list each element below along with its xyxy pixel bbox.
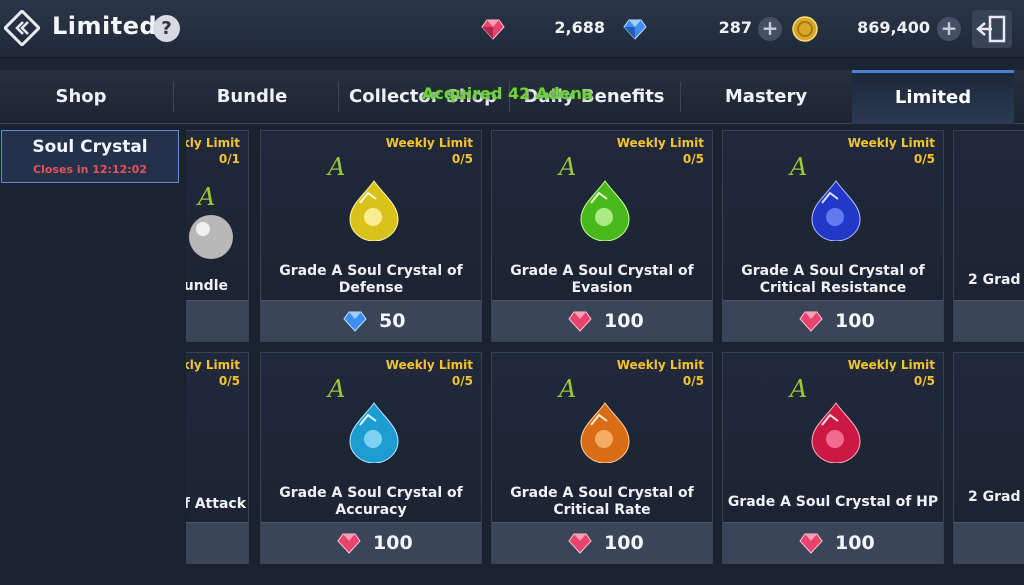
gold-coin-count: 869,400 (857, 18, 930, 37)
weekly-limit: Weekly Limit0/5 (616, 358, 704, 388)
price-value: 100 (604, 532, 644, 554)
blue-soul-crystal-icon (811, 180, 861, 241)
exit-button[interactable] (972, 10, 1012, 48)
price-value: 100 (604, 310, 644, 332)
weekly-limit: Weekly Limit0/5 (847, 136, 935, 166)
product-card-partial[interactable]: 2 Grad (953, 352, 1024, 564)
red-gem-icon (481, 19, 505, 40)
product-name: 2 Grad (968, 272, 1021, 288)
price-button[interactable]: 100 (723, 300, 943, 341)
product-name: 2 Grad (968, 489, 1021, 505)
blue-diamond-count: 287 (718, 18, 752, 37)
product-card-evasion[interactable]: Weekly Limit 0/5 A Grade A Soul Crystal o… (491, 130, 713, 342)
cyan-soul-crystal-icon (349, 402, 399, 463)
price-button[interactable]: 100 (492, 522, 712, 563)
product-card-defense[interactable]: Weekly Limit 0/5 A Grade A Soul Crystal o… (260, 130, 482, 342)
product-card-bundle[interactable]: Weekly Limit0/1 A Bundle (186, 130, 249, 342)
help-icon[interactable]: ? (153, 15, 180, 42)
grade-a-icon: A (790, 153, 808, 181)
product-name: Grade A Soul Crystal of Critical Resista… (741, 263, 925, 296)
weekly-limit: Weekly Limit0/5 (616, 136, 704, 166)
weekly-limit: Weekly Limit0/1 (186, 136, 240, 166)
blue-diamond-icon (623, 19, 647, 40)
category-sidebar: Soul Crystal Closes in 12:12:02 (0, 125, 186, 585)
add-diamond-button[interactable]: + (758, 17, 782, 41)
product-name: Grade A Soul Crystal of Evasion (510, 263, 694, 296)
sidebar-item-label: Soul Crystal (32, 137, 148, 157)
product-card-critical-resistance[interactable]: Weekly Limit 0/5 A Grade A Soul Crystal o… (722, 130, 944, 342)
price-button[interactable] (954, 300, 1024, 341)
top-bar: Limited ? 2,688 287 + 869,400 + (0, 0, 1024, 58)
price-value: 100 (835, 310, 875, 332)
product-card-hp[interactable]: Weekly Limit 0/5 A Grade A Soul Crystal o… (722, 352, 944, 564)
red-gem-icon (799, 311, 823, 332)
product-card-accuracy[interactable]: Weekly Limit 0/5 A Grade A Soul Crystal o… (260, 352, 482, 564)
blue-diamond-icon (343, 311, 367, 332)
price-button[interactable]: 100 (261, 522, 481, 563)
price-button[interactable] (954, 522, 1024, 563)
product-card-attack[interactable]: Weekly Limit0/5 of Attack (186, 352, 249, 564)
red-gem-icon (799, 533, 823, 554)
red-gem-count: 2,688 (554, 18, 605, 37)
grade-a-icon: A (328, 153, 346, 181)
page-title: Limited (52, 12, 158, 40)
price-button[interactable] (186, 522, 248, 563)
weekly-limit: Weekly Limit0/5 (847, 358, 935, 388)
add-gold-button[interactable]: + (937, 17, 961, 41)
product-name: Grade A Soul Crystal of Critical Rate (510, 485, 694, 518)
price-button[interactable]: 100 (492, 300, 712, 341)
tab-shop[interactable]: Shop (0, 70, 162, 124)
price-button[interactable]: 50 (261, 300, 481, 341)
grade-a-icon: A (790, 375, 808, 403)
price-button[interactable] (186, 300, 248, 341)
product-grid[interactable]: Weekly Limit0/1 A Bundle Weekly Limit0/5… (186, 125, 1024, 585)
closing-timer: Closes in 12:12:02 (33, 163, 147, 176)
weekly-limit: Weekly Limit0/5 (186, 358, 240, 388)
grade-a-icon: A (559, 375, 577, 403)
red-soul-crystal-icon (811, 402, 861, 463)
yellow-soul-crystal-icon (349, 180, 399, 241)
product-card-critical-rate[interactable]: Weekly Limit 0/5 A Grade A Soul Crystal o… (491, 352, 713, 564)
price-button[interactable]: 100 (723, 522, 943, 563)
price-value: 100 (835, 532, 875, 554)
back-chevron-icon (2, 8, 42, 48)
weekly-limit: Weekly Limit0/5 (385, 358, 473, 388)
price-value: 100 (373, 532, 413, 554)
tab-mastery[interactable]: Mastery (681, 70, 851, 124)
product-card-partial[interactable]: 2 Grad (953, 130, 1024, 342)
grade-a-icon: A (328, 375, 346, 403)
red-gem-icon (337, 533, 361, 554)
sidebar-item-soul-crystal[interactable]: Soul Crystal Closes in 12:12:02 (1, 130, 179, 183)
green-soul-crystal-icon (580, 180, 630, 241)
product-name: of Attack (186, 496, 246, 512)
orange-soul-crystal-icon (580, 402, 630, 463)
exit-door-icon (976, 15, 1006, 43)
product-name: Grade A Soul Crystal of Defense (279, 263, 463, 296)
product-name: Bundle (186, 278, 228, 294)
weekly-limit: Weekly Limit0/5 (385, 136, 473, 166)
grade-a-icon: A (559, 153, 577, 181)
red-gem-icon (568, 533, 592, 554)
red-gem-icon (568, 311, 592, 332)
back-button[interactable] (2, 8, 42, 48)
tab-bundle[interactable]: Bundle (174, 70, 330, 124)
product-name: Grade A Soul Crystal of HP (727, 494, 939, 510)
acquired-toast: Acquired 42 Adena (422, 84, 593, 103)
bundle-item-icon (189, 215, 233, 259)
product-name: Grade A Soul Crystal of Accuracy (279, 485, 463, 518)
gold-coin-icon (792, 16, 818, 42)
price-value: 50 (379, 310, 406, 332)
tab-limited[interactable]: Limited (852, 70, 1014, 124)
